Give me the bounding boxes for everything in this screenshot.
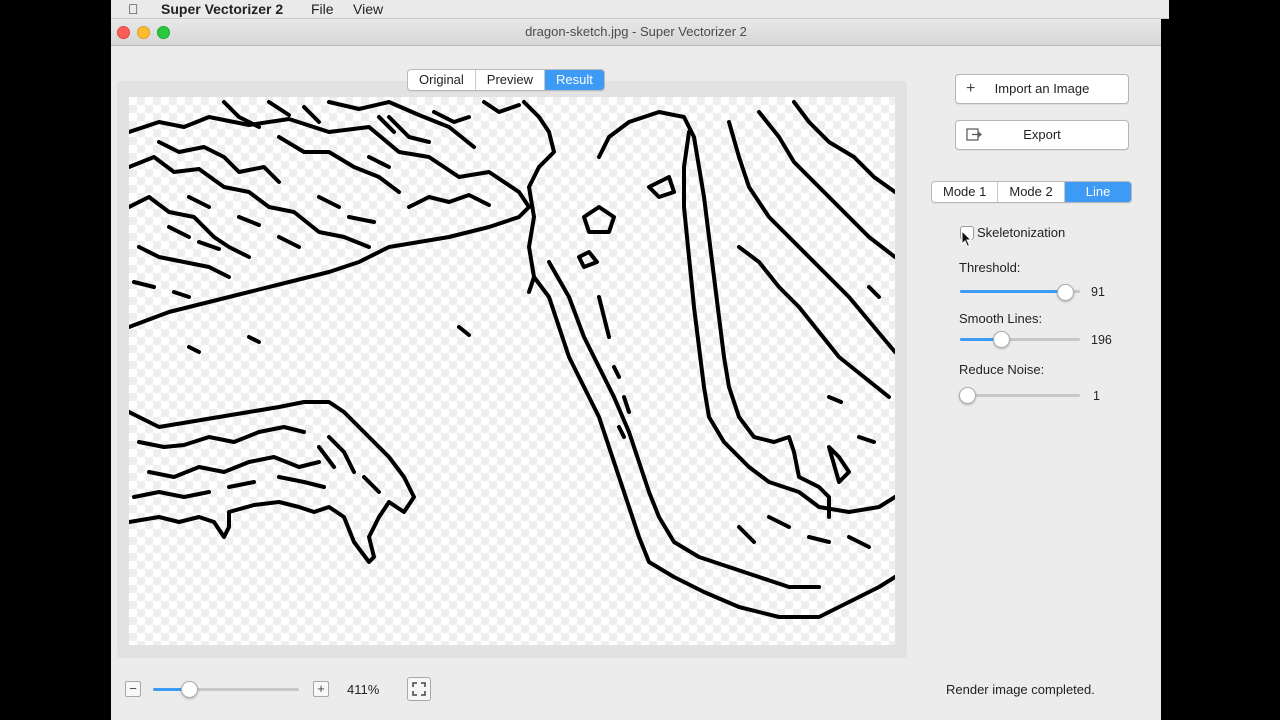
vectorize-mode-tabs: Mode 1 Mode 2 Line	[931, 181, 1133, 203]
tab-mode-1[interactable]: Mode 1	[932, 182, 999, 202]
smooth-lines-slider-track[interactable]	[960, 338, 1080, 341]
zoom-slider-knob[interactable]	[181, 681, 198, 698]
status-text: Render image completed.	[946, 682, 1095, 697]
fit-screen-icon	[412, 682, 426, 696]
tab-preview[interactable]: Preview	[476, 70, 546, 90]
zoom-slider-track[interactable]	[153, 688, 299, 691]
minus-icon: −	[129, 681, 137, 696]
vector-line-art	[129, 100, 895, 619]
skeletonization-label[interactable]: Skeletonization	[977, 225, 1065, 240]
plus-icon: +	[966, 80, 976, 97]
tab-original[interactable]: Original	[408, 70, 476, 90]
export-button[interactable]: Export	[955, 120, 1129, 150]
plus-icon: +	[317, 681, 325, 696]
reduce-noise-value: 1	[1093, 389, 1100, 403]
menu-view[interactable]: View	[353, 1, 383, 17]
menu-bar:  Super Vectorizer 2 File View	[111, 0, 1169, 19]
cursor-icon	[961, 229, 973, 251]
view-mode-tabs: Original Preview Result	[407, 69, 605, 91]
zoom-in-button[interactable]: +	[313, 681, 329, 697]
tab-line[interactable]: Line	[1064, 182, 1132, 202]
reduce-noise-slider-knob[interactable]	[959, 387, 976, 404]
import-image-button[interactable]: + Import an Image	[955, 74, 1129, 104]
smooth-lines-label: Smooth Lines:	[959, 311, 1043, 326]
result-canvas[interactable]	[129, 97, 895, 645]
reduce-noise-slider-track[interactable]	[960, 394, 1080, 397]
threshold-slider-fill	[960, 290, 1065, 293]
zoom-level: 411%	[347, 682, 380, 697]
tab-result[interactable]: Result	[545, 70, 604, 90]
smooth-lines-slider-knob[interactable]	[993, 331, 1010, 348]
apple-icon[interactable]: 	[128, 1, 139, 17]
window-title: dragon-sketch.jpg - Super Vectorizer 2	[525, 24, 747, 39]
reduce-noise-label: Reduce Noise:	[959, 362, 1045, 377]
tab-mode-2[interactable]: Mode 2	[998, 182, 1065, 202]
app-window: dragon-sketch.jpg - Super Vectorizer 2 O…	[111, 19, 1161, 720]
fit-screen-button[interactable]	[407, 677, 431, 701]
threshold-label: Threshold:	[959, 260, 1021, 275]
title-bar: dragon-sketch.jpg - Super Vectorizer 2	[111, 19, 1161, 46]
zoom-out-button[interactable]: −	[125, 681, 141, 697]
smooth-lines-value: 196	[1091, 333, 1112, 347]
menu-app-name[interactable]: Super Vectorizer 2	[161, 1, 283, 17]
export-label: Export	[1023, 127, 1061, 142]
threshold-value: 91	[1091, 285, 1105, 299]
threshold-slider-knob[interactable]	[1057, 284, 1074, 301]
menu-file[interactable]: File	[311, 1, 334, 17]
export-icon	[966, 121, 982, 152]
import-image-label: Import an Image	[994, 81, 1090, 96]
